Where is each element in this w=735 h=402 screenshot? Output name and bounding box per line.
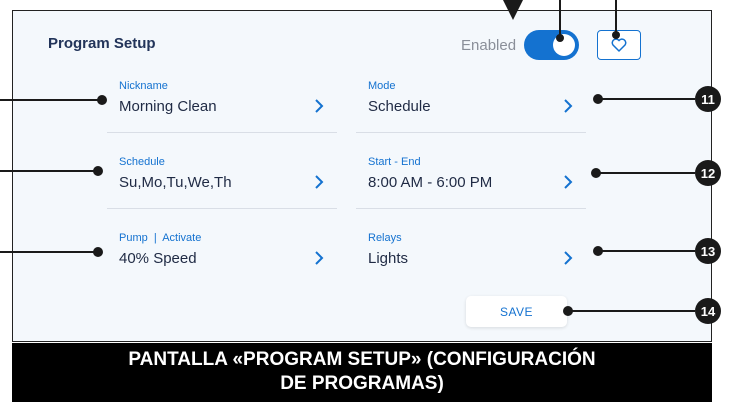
leader-dot bbox=[563, 306, 573, 316]
annotation-leaders bbox=[0, 0, 695, 316]
caption-banner: PANTALLA «PROGRAM SETUP» (CONFIGURACIÓN … bbox=[12, 343, 712, 402]
callout-12: 12 bbox=[695, 160, 721, 186]
leader-dot bbox=[612, 31, 620, 39]
arrowhead bbox=[503, 0, 523, 20]
leader-dot bbox=[591, 168, 601, 178]
callout-13: 13 bbox=[695, 238, 721, 264]
leader-dot bbox=[93, 247, 103, 257]
callout-14: 14 bbox=[695, 298, 721, 324]
leader-dot bbox=[556, 34, 564, 42]
leader-dot bbox=[593, 94, 603, 104]
caption-line-1: PANTALLA «PROGRAM SETUP» (CONFIGURACIÓN bbox=[128, 349, 596, 370]
leader-dot bbox=[93, 166, 103, 176]
leader-dot bbox=[593, 246, 603, 256]
leader-dot bbox=[97, 95, 107, 105]
caption-line-2: DE PROGRAMAS) bbox=[280, 373, 444, 394]
callout-11: 11 bbox=[695, 86, 721, 112]
